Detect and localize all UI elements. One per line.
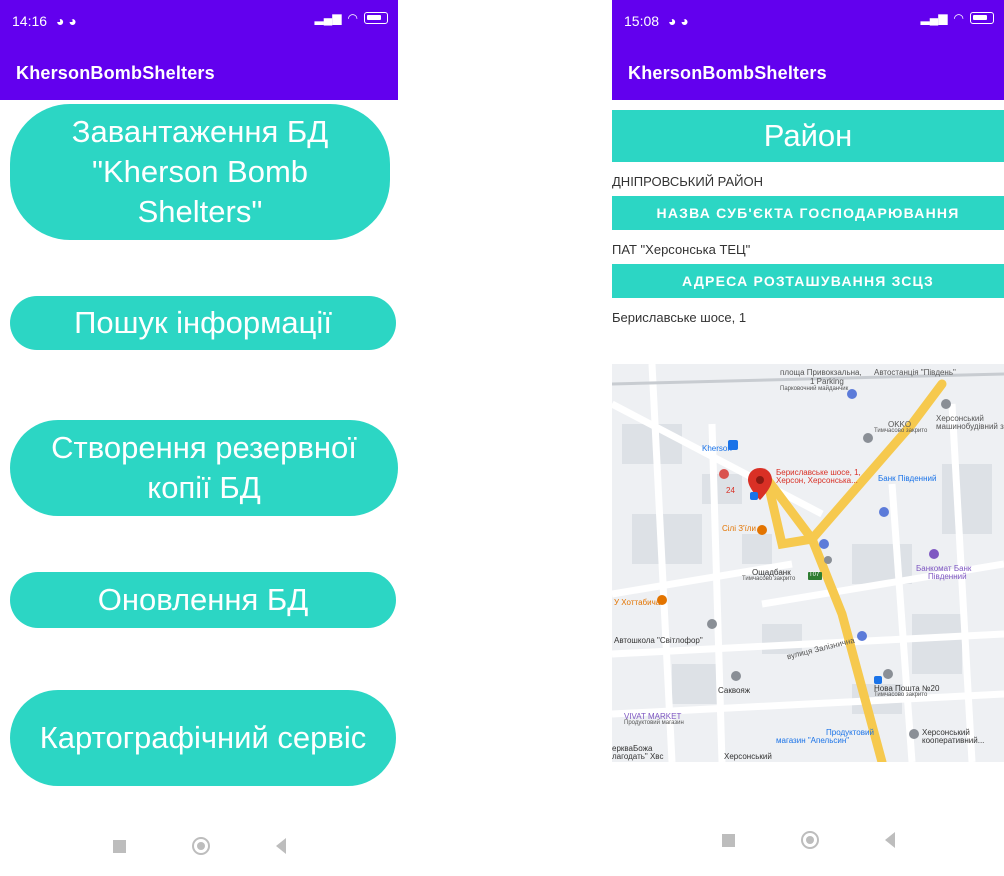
status-time: 15:08 <box>624 13 660 29</box>
app-title: KhersonBombShelters <box>16 63 215 83</box>
district-value: ДНІПРОВСЬКИЙ РАЙОН <box>612 174 763 189</box>
status-icons: ▂▄▆ ◠ <box>921 11 994 25</box>
map-label: У Хоттабича <box>614 598 661 607</box>
system-nav-bar <box>0 826 398 866</box>
map-label: Саквояж <box>718 686 751 695</box>
search-info-button[interactable]: Пошук інформації <box>10 296 396 350</box>
status-bar: 14:16 ◕ ◕ ▂▄▆ ◠ <box>0 0 398 44</box>
notification-icons: ◕ ◕ <box>668 13 689 29</box>
nav-circle-icon[interactable] <box>191 837 210 855</box>
entity-name-button[interactable]: НАЗВА СУБ'ЄКТА ГОСПОДАРЮВАННЯ <box>612 196 1004 230</box>
status-icons: ▂▄▆ ◠ <box>315 11 388 25</box>
nav-back-icon[interactable] <box>884 832 895 848</box>
map-label: магазин "Апельсин" <box>776 736 850 745</box>
district-button[interactable]: Район <box>612 110 1004 162</box>
road-badge: Т07 <box>809 572 820 578</box>
map-label: кооперативний... <box>922 736 985 745</box>
map-label: Банк Південний <box>878 474 937 483</box>
battery-icon <box>364 12 388 24</box>
nav-back-icon[interactable] <box>275 838 286 854</box>
map-label: машинобудівний з <box>936 422 1004 431</box>
load-db-button[interactable]: Завантаження БД "Kherson Bomb Shelters" <box>10 104 390 240</box>
status-time: 14:16 <box>12 13 48 29</box>
entity-value: ПАТ "Херсонська ТЕЦ" <box>612 242 751 257</box>
wifi-icon: ◠ <box>953 11 964 25</box>
map-label: Херсонський <box>724 752 772 761</box>
map-label: 24 <box>726 486 735 495</box>
backup-db-button[interactable]: Створення резервної копії БД <box>10 420 398 516</box>
map-label: Тимчасово закрито <box>874 428 928 434</box>
map-label: Продуктовий магазин <box>624 720 684 726</box>
signal-icon: ▂▄▆ <box>920 11 948 25</box>
map-label: площа Привокзальна, <box>780 368 862 377</box>
status-bar: 15:08 ◕ ◕ ▂▄▆ ◠ <box>612 0 1004 44</box>
map-label: Kherson <box>702 444 732 453</box>
signal-icon: ▂▄▆ <box>314 11 342 25</box>
system-nav-bar <box>612 820 1004 860</box>
app-bar: KhersonBombShelters <box>612 44 1004 100</box>
map-label: Парковочний майданчик <box>780 386 849 392</box>
nav-square-icon[interactable] <box>112 839 126 853</box>
map-label: Херсон, Херсонська... <box>776 476 858 485</box>
app-bar: KhersonBombShelters <box>0 44 398 100</box>
app-title: KhersonBombShelters <box>628 63 827 83</box>
notification-icons: ◕ ◕ <box>56 13 77 29</box>
address-button[interactable]: АДРЕСА РОЗТАШУВАННЯ ЗСЦЗ <box>612 264 1004 298</box>
nav-circle-icon[interactable] <box>800 831 819 849</box>
map-label: лагодать" Хвс <box>612 752 664 761</box>
map-label: Тимчасово закрито <box>742 576 796 582</box>
map-service-button[interactable]: Картографічний сервіс <box>10 690 396 786</box>
map-view[interactable]: площа Привокзальна, 1 Parking Парковочни… <box>612 364 1004 762</box>
address-value: Бериславське шосе, 1 <box>612 310 747 325</box>
battery-icon <box>970 12 994 24</box>
map-label: Автостанція "Південь" <box>874 368 956 377</box>
map-label: Тимчасово закрито <box>874 692 928 698</box>
wifi-icon: ◠ <box>347 11 358 25</box>
left-phone-screen: 14:16 ◕ ◕ ▂▄▆ ◠ KhersonBombShelters Зава… <box>0 0 398 876</box>
map-label: 1 Parking <box>810 377 844 386</box>
right-phone-screen: 15:08 ◕ ◕ ▂▄▆ ◠ KhersonBombShelters Райо… <box>612 0 1004 876</box>
map-label: Південний <box>928 572 967 581</box>
map-label: Сілі З'їли <box>722 524 756 533</box>
map-label: Автошкола "Світлофор" <box>614 636 703 645</box>
update-db-button[interactable]: Оновлення БД <box>10 572 396 628</box>
nav-square-icon[interactable] <box>721 833 735 847</box>
